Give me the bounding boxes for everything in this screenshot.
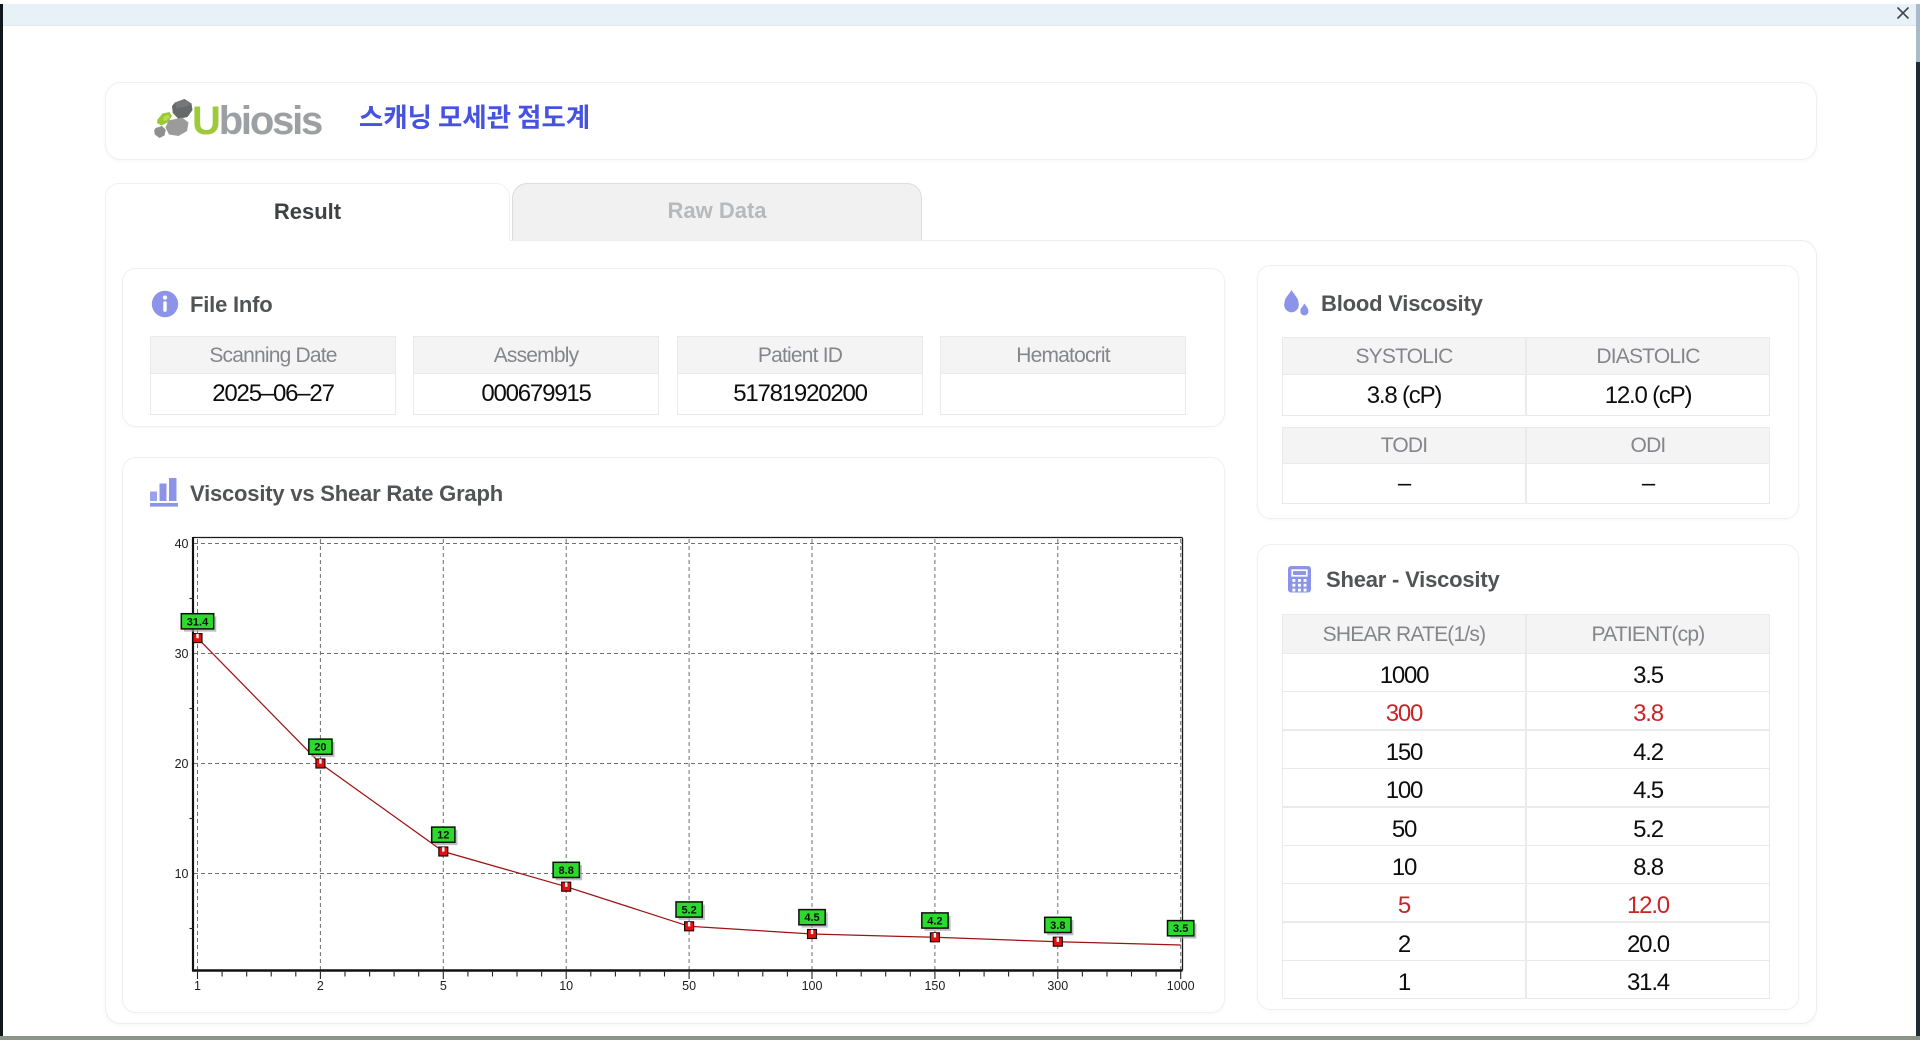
svg-text:10: 10	[559, 979, 573, 993]
svg-text:20: 20	[314, 742, 326, 754]
svg-text:40: 40	[175, 537, 189, 551]
svg-text:100: 100	[802, 979, 823, 993]
svg-text:5: 5	[440, 979, 447, 993]
svg-text:3.8: 3.8	[1050, 920, 1065, 932]
svg-text:2: 2	[317, 979, 324, 993]
svg-text:3.5: 3.5	[1173, 923, 1188, 935]
svg-text:10: 10	[175, 867, 189, 881]
svg-text:5.2: 5.2	[681, 905, 696, 917]
svg-text:1: 1	[194, 979, 201, 993]
svg-text:150: 150	[924, 979, 945, 993]
svg-text:31.4: 31.4	[187, 616, 209, 628]
svg-text:1000: 1000	[1167, 979, 1195, 993]
svg-text:300: 300	[1047, 979, 1068, 993]
svg-text:20: 20	[175, 757, 189, 771]
svg-text:50: 50	[682, 979, 696, 993]
svg-text:30: 30	[175, 647, 189, 661]
svg-text:12: 12	[437, 830, 449, 842]
svg-text:4.2: 4.2	[927, 916, 942, 928]
svg-text:4.5: 4.5	[804, 912, 819, 924]
svg-text:8.8: 8.8	[559, 865, 574, 877]
